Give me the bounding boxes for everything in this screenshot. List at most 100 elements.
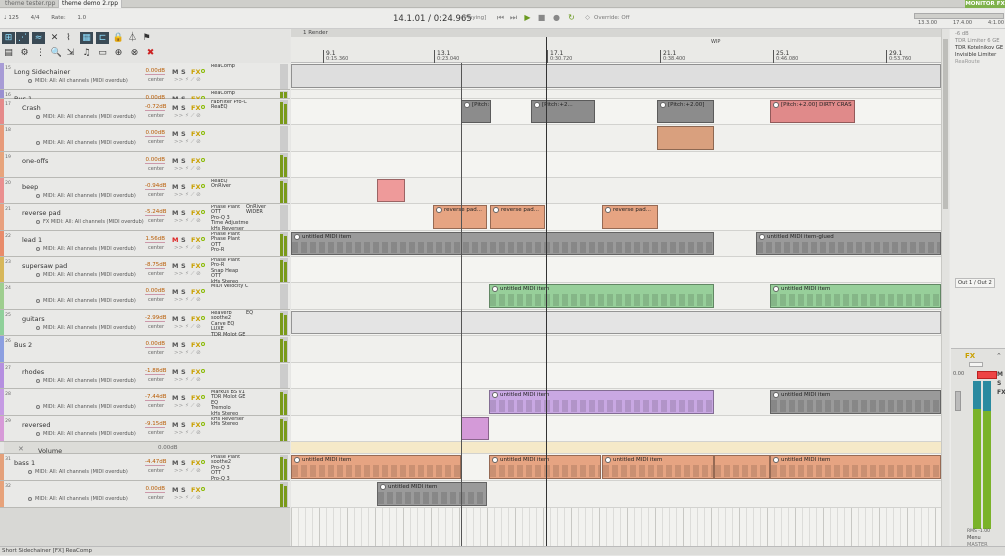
fx-list-secondary[interactable]: EQ [246, 310, 276, 316]
routing-icon[interactable]: ⚙ [18, 47, 31, 59]
item-icon[interactable] [436, 207, 442, 213]
track-routing-icons[interactable]: >> ⚡ ⟋ ⊘ [174, 271, 201, 278]
fx-chain-icon[interactable]: ⋮ [34, 47, 47, 59]
media-item[interactable]: [Pitch:+2... [461, 100, 491, 123]
fx-list[interactable]: kHs Reverser kHs Stereo [211, 417, 259, 428]
fx-item[interactable]: OnRiver [211, 183, 259, 189]
track-lane[interactable] [291, 336, 941, 363]
lock-icon[interactable]: 🔒 [112, 32, 125, 44]
track-name[interactable]: guitars [22, 315, 45, 323]
fx-button[interactable]: FX [191, 262, 200, 270]
solo-button[interactable]: S [181, 315, 186, 323]
fx-power-icon[interactable] [201, 158, 205, 162]
pan-knob[interactable]: center [145, 192, 167, 198]
fx-item[interactable]: WIDER [246, 209, 276, 215]
mute-button[interactable]: M [172, 130, 178, 138]
record-arm-icon[interactable] [36, 298, 40, 303]
track-routing-icons[interactable]: >> ⚡ ⟋ ⊘ [174, 430, 201, 437]
position-display[interactable]: 14.1.01 / 0:24.965 [393, 14, 472, 24]
item-icon[interactable] [605, 207, 611, 213]
solo-button[interactable]: S [181, 288, 186, 296]
record-arm-icon[interactable] [28, 469, 32, 474]
solo-button[interactable]: S [181, 486, 186, 494]
media-item[interactable]: untitled MIDI item [489, 284, 714, 308]
track-number[interactable]: 32 [4, 481, 12, 507]
midi-input[interactable]: MIDI: All: All channels (MIDI overdub) [28, 469, 128, 475]
fx-button[interactable]: FX [191, 209, 200, 217]
fx-button[interactable]: FX [191, 368, 200, 376]
pan-knob[interactable]: center [145, 377, 167, 383]
track-volume[interactable]: 0.00dB [145, 130, 165, 137]
fx-button[interactable]: FX [191, 341, 200, 349]
track-name[interactable]: reversed [22, 421, 51, 429]
override-status[interactable]: Override: Off [594, 15, 630, 21]
mute-button[interactable]: M [172, 394, 178, 402]
track-reversed[interactable]: 29 reversed -9.15dB M S FX center >> ⚡ ⟋ ⊘ MIDI:… [0, 416, 290, 442]
mute-button[interactable]: M [172, 368, 178, 376]
ruler-bar[interactable]: 25.1 0:46.080 [773, 50, 798, 63]
fx-list-secondary[interactable]: OnRiver WIDER [246, 204, 276, 216]
media-item[interactable]: untitled MIDI item [377, 482, 487, 506]
track-unnamed-13[interactable]: 28 -7.44dB M S FX center >> ⚡ ⟋ ⊘ MIDI: All: Al… [0, 389, 290, 417]
track-guitars[interactable]: 25 guitars -2.99dB M S FX center >> ⚡ ⟋ ⊘ MIDI: … [0, 310, 290, 338]
fx-item[interactable]: Pro-R [211, 247, 259, 253]
midi-input[interactable]: MIDI: All: All channels (MIDI overdub) [36, 193, 136, 199]
track-lane[interactable] [291, 257, 941, 283]
track-number[interactable]: 24 [4, 283, 12, 309]
fx-power-icon[interactable] [201, 69, 205, 73]
envelope-icon[interactable]: ⌇ [62, 32, 75, 44]
midi-input-label[interactable]: MIDI: All: All channels (MIDI overdub) [43, 272, 136, 278]
media-item[interactable]: untitled MIDI item [770, 455, 941, 479]
track-number[interactable]: 31 [4, 454, 12, 480]
media-item[interactable]: reverse pad... [490, 205, 545, 229]
master-fx-button[interactable]: FX [965, 352, 975, 360]
track-name[interactable]: one-offs [22, 157, 48, 165]
item-icon[interactable] [660, 102, 666, 108]
midi-input[interactable]: MIDI: All: All channels (MIDI overdub) [28, 78, 128, 84]
record-arm-icon[interactable] [36, 272, 40, 277]
solo-button[interactable]: S [181, 209, 186, 217]
zoom-icon[interactable]: 🔍 [50, 47, 63, 59]
midi-input[interactable]: MIDI: All: All channels (MIDI overdub) [36, 272, 136, 278]
track-volume[interactable]: 1.56dB [145, 236, 165, 243]
midi-input[interactable]: MIDI: All: All channels (MIDI overdub) [36, 431, 136, 437]
fx-button[interactable]: FX [191, 183, 200, 191]
add-track-icon[interactable]: ⊕ [112, 47, 125, 59]
loop-icon[interactable]: ⊏ [96, 32, 109, 44]
fast-forward-icon[interactable]: ⏭ [509, 13, 518, 22]
media-item[interactable] [291, 311, 941, 334]
rate-value[interactable]: 1.0 [77, 15, 86, 21]
midi-input[interactable]: MIDI: All: All channels (MIDI overdub) [36, 378, 136, 384]
item-icon[interactable] [492, 457, 498, 463]
item-icon[interactable] [493, 207, 499, 213]
track-volume[interactable]: 0.00dB [145, 486, 165, 493]
fx-button[interactable]: FX [191, 288, 200, 296]
delete-icon[interactable]: ✖ [144, 47, 157, 59]
media-item[interactable]: untitled MIDI item [770, 284, 941, 308]
fx-list[interactable]: Markus BS v1 TDR Molot GE EQ Tremolo kHs Ste… [211, 390, 259, 417]
midi-input-label[interactable]: MIDI: All: All channels (MIDI overdub) [43, 140, 136, 146]
pan-knob[interactable]: center [145, 430, 167, 436]
tab-theme-tester[interactable]: theme tester.rpp [2, 0, 58, 8]
track-volume[interactable]: -5.24dB [145, 209, 167, 216]
region-icon[interactable]: ▭ [96, 47, 109, 59]
solo-button[interactable]: S [181, 459, 186, 467]
fx-list[interactable]: ReaComp [211, 64, 259, 69]
track-name[interactable]: supersaw pad [22, 262, 67, 270]
grid-icon[interactable]: ⊞ [2, 32, 15, 44]
track-volume[interactable]: -9.15dB [145, 421, 167, 428]
record-icon[interactable]: ● [552, 13, 561, 22]
track-routing-icons[interactable]: >> ⚡ ⟋ ⊘ [174, 245, 201, 252]
midi-input[interactable]: MIDI: All: All channels (MIDI overdub) [36, 325, 136, 331]
midi-input-label[interactable]: MIDI: All: All channels (MIDI overdub) [43, 431, 136, 437]
track-lane[interactable] [291, 90, 941, 99]
pan-knob[interactable]: center [145, 218, 167, 224]
track-volume[interactable]: -1.88dB [145, 368, 167, 375]
track-lead-1[interactable]: 22 lead 1 1.56dB M S FX center >> ⚡ ⟋ ⊘ MIDI: Al… [0, 231, 290, 257]
fx-item[interactable]: ReaEQ [211, 104, 259, 110]
track-lane[interactable] [291, 152, 941, 178]
track-number[interactable]: 20 [4, 178, 12, 203]
midi-input[interactable]: MIDI: All: All channels (MIDI overdub) [36, 298, 136, 304]
fx-power-icon[interactable] [201, 289, 205, 293]
media-item[interactable] [657, 126, 714, 150]
